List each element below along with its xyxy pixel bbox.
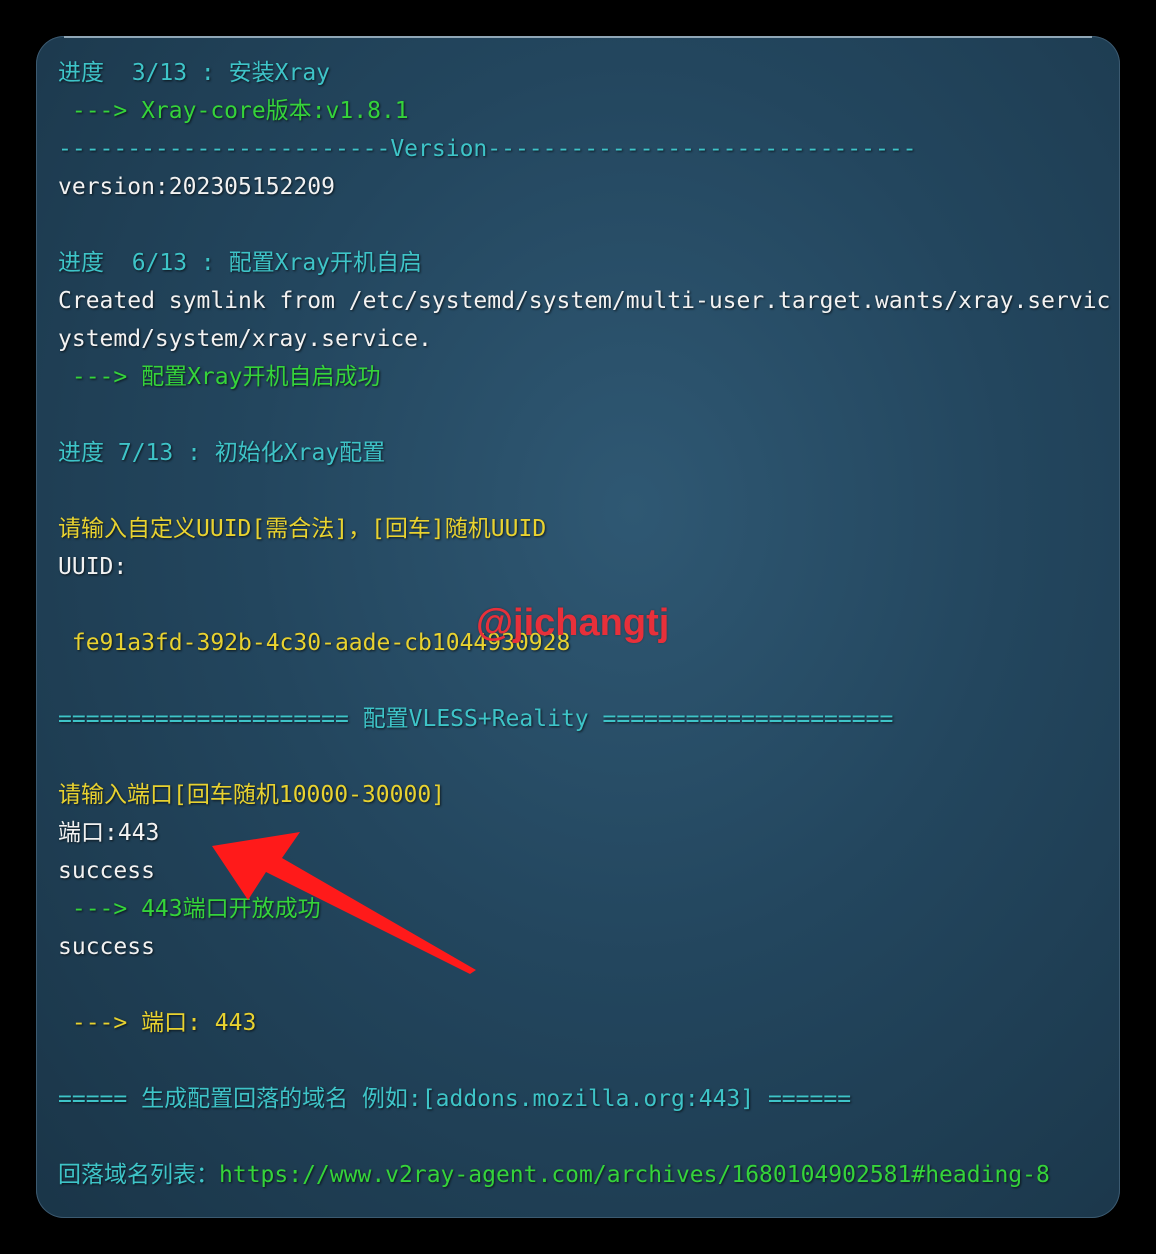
- red-arrow-icon: [212, 832, 476, 974]
